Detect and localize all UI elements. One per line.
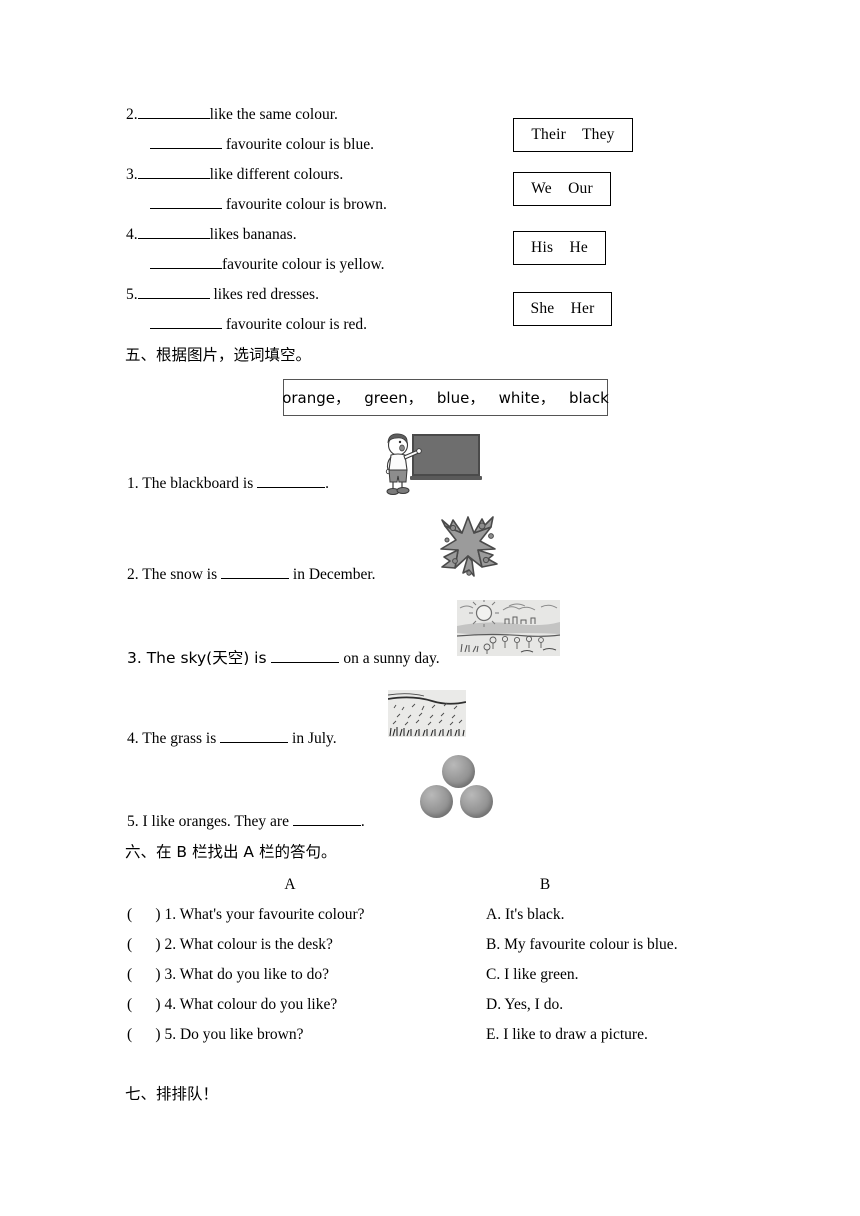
match-item-b-d[interactable]: D. Yes, I do. xyxy=(486,996,563,1014)
question-4-line-1-text: likes bananas. xyxy=(209,226,297,243)
question-5-line-2: favourite colour is red. xyxy=(150,315,367,335)
worksheet-page: 2. like the same colour. favourite colour… xyxy=(0,0,860,1216)
answer-blank[interactable] xyxy=(271,649,340,663)
match-item-a-1[interactable]: ( ) 1. What's your favourite colour? xyxy=(127,906,365,924)
question-3-line-1: 3. like different colours. xyxy=(126,165,343,185)
answer-blank[interactable] xyxy=(150,195,222,209)
answer-blank[interactable] xyxy=(137,285,210,299)
answer-blank[interactable] xyxy=(150,315,222,329)
word-bank-box: orange， green， blue， white， black xyxy=(282,379,609,416)
question-3-line-2-text: favourite colour is brown. xyxy=(222,196,387,213)
answer-blank[interactable] xyxy=(150,135,222,149)
exercise-six-heading: 六、在 B 栏找出 A 栏的答句。 xyxy=(125,843,337,861)
match-item-a-2[interactable]: ( ) 2. What colour is the desk? xyxy=(127,936,333,954)
picture-question-4-prefix: 4. The grass is xyxy=(127,730,221,747)
snowflake-illustration xyxy=(425,503,511,581)
picture-question-1: 1. The blackboard is . xyxy=(127,474,329,494)
question-3-number: 3. xyxy=(126,166,138,183)
answer-blank[interactable] xyxy=(257,474,326,488)
answer-blank[interactable] xyxy=(137,165,210,179)
picture-question-5: 5. I like oranges. They are . xyxy=(127,812,365,832)
picture-question-1-prefix: 1. The blackboard is xyxy=(127,475,258,492)
sunny-landscape-illustration xyxy=(457,600,560,656)
answer-blank[interactable] xyxy=(292,812,361,826)
question-4-line-2-text: favourite colour is yellow. xyxy=(222,256,385,273)
picture-question-5-suffix: . xyxy=(360,813,365,830)
picture-question-3-suffix: on a sunny day. xyxy=(339,650,440,667)
question-5-number: 5. xyxy=(126,286,138,303)
picture-question-2-prefix: 2. The snow is xyxy=(127,566,222,583)
option-box-label: We Our xyxy=(531,180,593,197)
match-item-b-e[interactable]: E. I like to draw a picture. xyxy=(486,1026,648,1044)
question-4-line-2: favourite colour is yellow. xyxy=(150,255,385,275)
question-4-number: 4. xyxy=(126,226,138,243)
option-box-label: She Her xyxy=(530,300,595,317)
question-2-line-1: 2. like the same colour. xyxy=(126,105,338,125)
match-item-a-4[interactable]: ( ) 4. What colour do you like? xyxy=(127,996,337,1014)
question-2-line-1-text: like the same colour. xyxy=(209,106,338,123)
match-item-a-5[interactable]: ( ) 5. Do you like brown? xyxy=(127,1026,304,1044)
answer-blank[interactable] xyxy=(150,255,222,269)
question-2-line-2: favourite colour is blue. xyxy=(150,135,374,155)
question-5-line-1-text: likes red dresses. xyxy=(209,286,319,303)
column-b-header: B xyxy=(539,876,551,893)
exercise-seven-heading: 七、排排队！ xyxy=(125,1085,219,1103)
oranges-illustration xyxy=(418,755,500,820)
match-item-a-3[interactable]: ( ) 3. What do you like to do? xyxy=(127,966,329,984)
question-2-number: 2. xyxy=(126,106,138,123)
option-box-their-they[interactable]: Their They xyxy=(513,118,633,152)
answer-blank[interactable] xyxy=(137,225,210,239)
question-4-line-1: 4. likes bananas. xyxy=(126,225,297,245)
orange-fruit xyxy=(442,755,475,788)
question-5-line-2-text: favourite colour is red. xyxy=(222,316,368,333)
picture-question-5-prefix: 5. I like oranges. They are xyxy=(127,813,293,830)
orange-fruit xyxy=(460,785,493,818)
answer-blank[interactable] xyxy=(220,729,289,743)
option-box-she-her[interactable]: She Her xyxy=(513,292,612,326)
question-3-line-2: favourite colour is brown. xyxy=(150,195,387,215)
picture-question-4: 4. The grass is in July. xyxy=(127,729,337,749)
option-box-label: His He xyxy=(531,239,588,256)
boy-figure xyxy=(385,433,422,495)
picture-question-4-suffix: in July. xyxy=(288,730,337,747)
column-a-header: A xyxy=(284,876,296,893)
answer-blank[interactable] xyxy=(221,565,290,579)
question-5-line-1: 5. likes red dresses. xyxy=(126,285,319,305)
picture-question-1-suffix: . xyxy=(325,475,330,492)
question-3-line-1-text: like different colours. xyxy=(209,166,344,183)
match-item-b-b[interactable]: B. My favourite colour is blue. xyxy=(486,936,678,954)
grass-illustration xyxy=(388,690,466,737)
answer-blank[interactable] xyxy=(137,105,210,119)
blackboard-illustration xyxy=(372,432,482,497)
exercise-five-heading: 五、根据图片，选词填空。 xyxy=(125,346,312,364)
question-2-line-2-text: favourite colour is blue. xyxy=(222,136,374,153)
picture-question-2: 2. The snow is in December. xyxy=(127,565,376,585)
option-box-label: Their They xyxy=(531,126,615,143)
picture-question-3-prefix: 3. The sky(天空) is xyxy=(127,649,272,667)
match-item-b-a[interactable]: A. It's black. xyxy=(486,906,565,924)
word-bank-text: orange， green， blue， white， black xyxy=(282,389,609,407)
option-box-we-our[interactable]: We Our xyxy=(513,172,611,206)
picture-question-2-suffix: in December. xyxy=(289,566,376,583)
option-box-his-he[interactable]: His He xyxy=(513,231,606,265)
match-item-b-c[interactable]: C. I like green. xyxy=(486,966,579,984)
orange-fruit xyxy=(420,785,453,818)
picture-question-3: 3. The sky(天空) is on a sunny day. xyxy=(127,648,440,669)
